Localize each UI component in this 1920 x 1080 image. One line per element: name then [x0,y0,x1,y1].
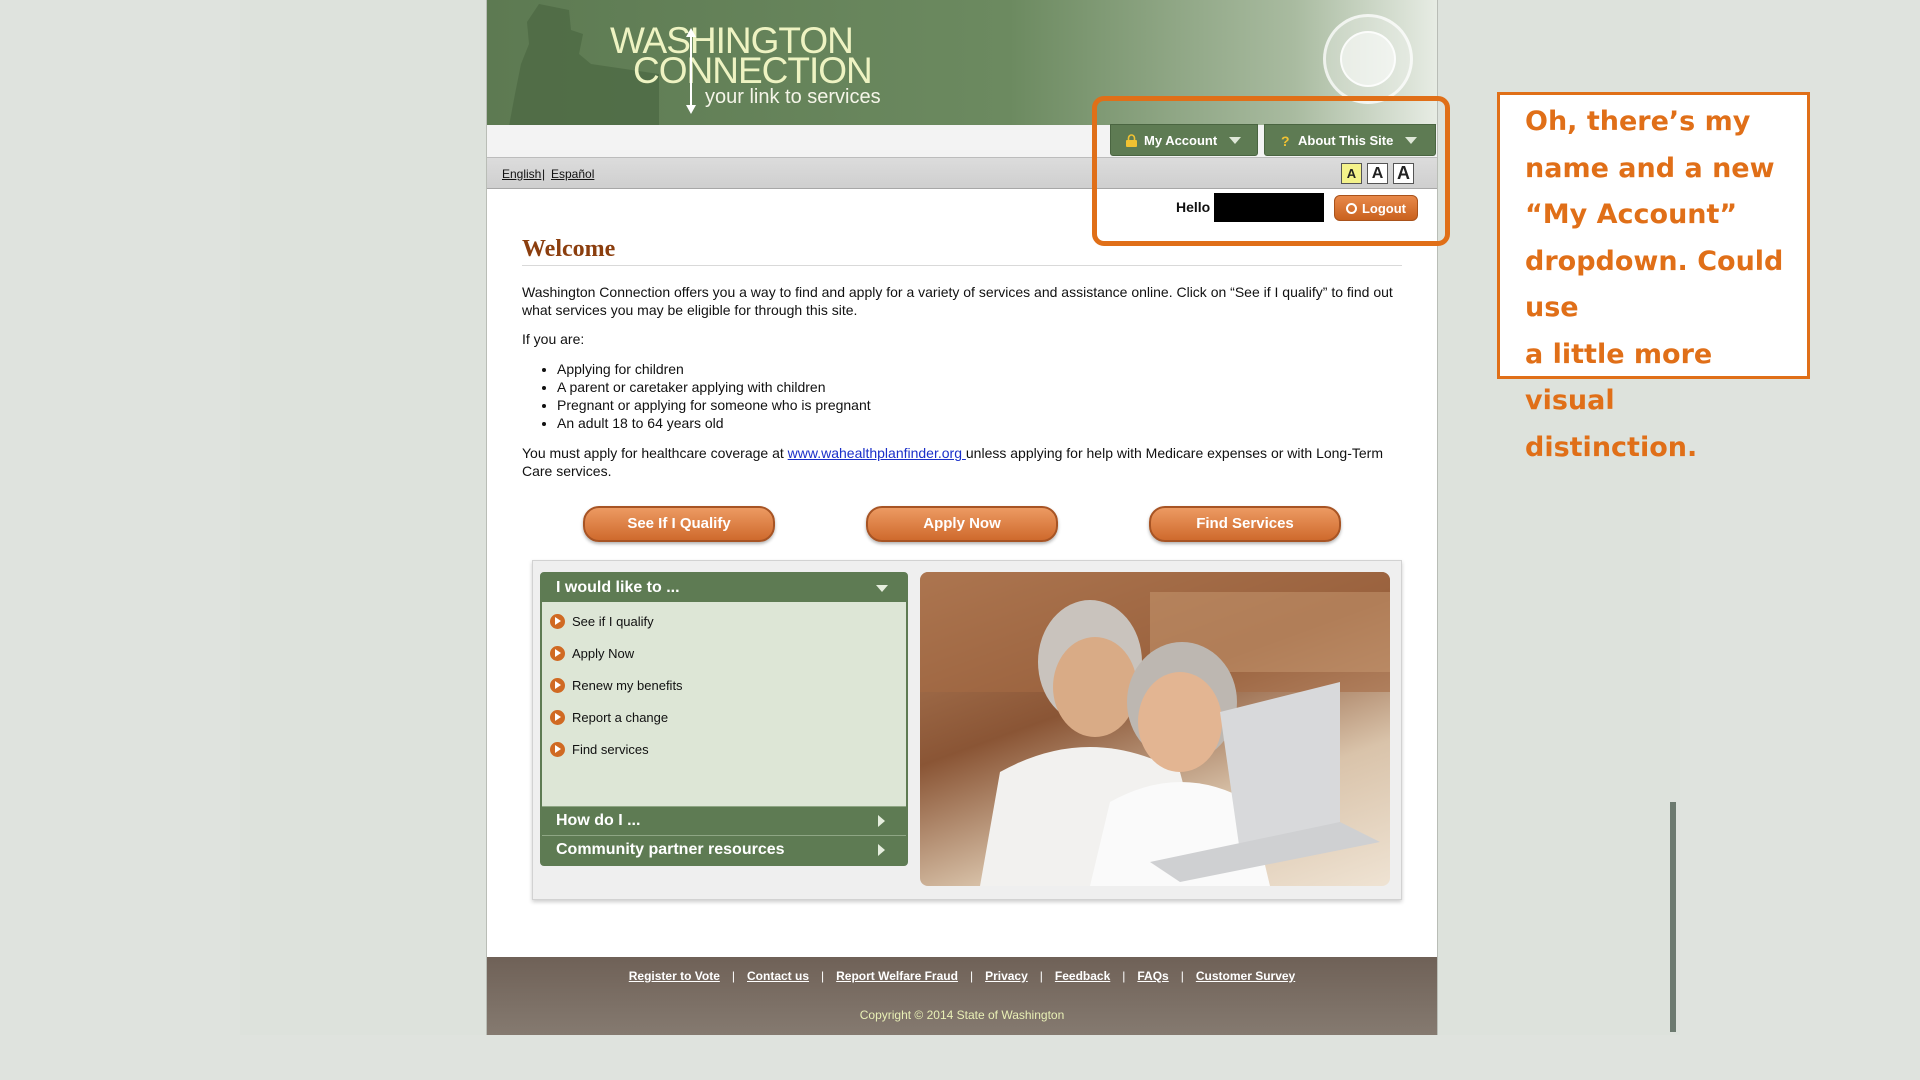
report-welfare-fraud-link[interactable]: Report Welfare Fraud [836,969,958,983]
menu-item-renew-benefits[interactable]: Renew my benefits [550,678,683,693]
chevron-right-icon [878,844,885,856]
page-title: Welcome [522,236,616,262]
community-partner-accordion[interactable]: Community partner resources [542,835,906,864]
logo-wordmark-bottom: CONNECTION [633,50,873,91]
find-services-button[interactable]: Find Services [1149,506,1341,542]
annotation-highlight-box [1092,96,1450,246]
footer-separator: | [731,969,735,983]
photo-illustration [920,572,1390,886]
annotation-line: Oh, there’s my [1525,106,1751,137]
healthcare-paragraph: You must apply for healthcare coverage a… [522,444,1402,480]
feedback-link[interactable]: Feedback [1055,969,1110,983]
intro-paragraph: Washington Connection offers you a way t… [522,284,1393,318]
menu-item-see-if-i-qualify[interactable]: See if I qualify [550,614,654,629]
see-if-i-qualify-button[interactable]: See If I Qualify [583,506,775,542]
arrow-bullet-icon [550,614,565,629]
menu-item-label: Find services [572,742,649,757]
menu-header[interactable]: I would like to ... [542,574,906,602]
arrow-bullet-icon [550,646,565,661]
menu-item-label: See if I qualify [572,614,654,629]
footer-separator: | [1039,969,1043,983]
annotation-line: dropdown. Could use [1525,245,1784,324]
menu-item-report-change[interactable]: Report a change [550,710,668,725]
quick-links-menu: I would like to ... See if I qualify App… [540,572,908,866]
menu-item-label: Apply Now [572,646,635,661]
accordion-label: How do I ... [556,812,641,829]
apply-now-button[interactable]: Apply Now [866,506,1058,542]
if-you-are-text: If you are: [522,331,585,347]
eligibility-list: Applying for children A parent or careta… [522,360,1402,432]
how-do-i-accordion[interactable]: How do I ... [542,806,906,835]
list-item: A parent or caretaker applying with chil… [557,378,1402,396]
footer-separator: | [821,969,825,983]
footer-links: Register to Vote | Contact us | Report Welfa… [487,969,1437,983]
healthcare-prefix: You must apply for healthcare coverage a… [522,445,788,461]
chevron-down-icon [876,585,888,592]
privacy-link[interactable]: Privacy [985,969,1028,983]
footer-separator: | [1180,969,1184,983]
language-separator: | [542,167,546,181]
annotation-line: a little more visual [1525,338,1713,417]
healthplanfinder-link[interactable]: www.wahealthplanfinder.org [788,445,966,461]
title-divider [522,265,1402,266]
annotation-line: distinction. [1525,431,1698,463]
arrow-bullet-icon [550,678,565,693]
accordion-label: Community partner resources [556,841,785,858]
menu-item-label: Report a change [572,710,669,725]
annotation-line: “My Account” [1525,199,1738,230]
menu-item-apply-now[interactable]: Apply Now [550,646,634,661]
logo-arrow-icon [686,28,696,114]
arrow-bullet-icon [550,742,565,757]
list-item: Pregnant or applying for someone who is … [557,396,1402,414]
logo-tagline: your link to services [705,86,881,108]
arrow-bullet-icon [550,710,565,725]
menu-item-label: Renew my benefits [572,678,683,693]
menu-item-find-services[interactable]: Find services [550,742,649,757]
annotation-line: name and a new [1525,152,1775,184]
list-item: Applying for children [557,360,1402,378]
footer-separator: | [969,969,974,983]
footer: Register to Vote | Contact us | Report Welfa… [487,957,1437,1035]
espanol-link[interactable]: Español [551,167,594,181]
contact-us-link[interactable]: Contact us [747,969,809,983]
menu-title: I would like to ... [556,579,680,596]
list-item: An adult 18 to 64 years old [557,414,1402,432]
annotation-note: Oh, there’s my name and a new “My Accoun… [1497,92,1810,463]
faqs-link[interactable]: FAQs [1137,969,1168,983]
state-seal-icon [1323,14,1413,104]
chevron-right-icon [878,815,885,827]
senior-couple-photo [920,572,1390,886]
register-to-vote-link[interactable]: Register to Vote [629,969,720,983]
customer-survey-link[interactable]: Customer Survey [1196,969,1295,983]
english-link[interactable]: English [502,167,541,181]
copyright-text: Copyright © 2014 State of Washington [859,1008,1065,1022]
footer-separator: | [1122,969,1126,983]
scrollbar[interactable] [1670,802,1676,1032]
